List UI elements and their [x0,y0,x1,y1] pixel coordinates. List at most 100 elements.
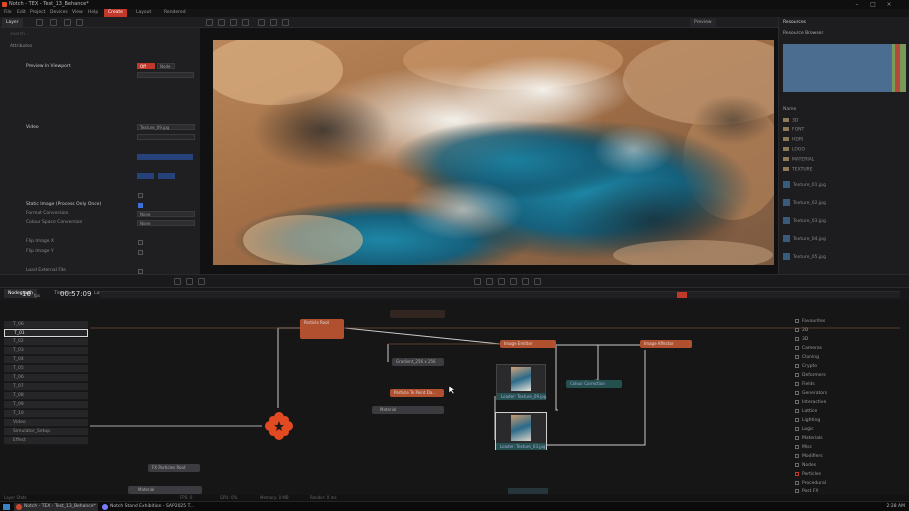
category-lattice[interactable]: Lattice [795,408,905,416]
node-texture-loader-a[interactable]: Loader: Texture_09.jpg [496,364,546,400]
play-button-icon[interactable] [498,278,505,285]
layer-row[interactable]: T_04 [4,356,88,364]
mode-rendered[interactable]: Rendered [160,9,190,17]
browse-button[interactable] [158,173,175,179]
node-colour-correction[interactable]: Colour Correction [566,380,622,388]
layer-row[interactable]: T_08 [4,392,88,400]
category-favourites[interactable]: Favourites [795,318,905,326]
taskbar-item-exhibition[interactable]: Notch Stand Exhibition - SAP2025 T... [100,503,194,511]
move-tool-icon[interactable] [218,19,225,26]
layer-row-selected[interactable]: T_01 [4,329,88,337]
root-star-node-icon[interactable] [264,411,294,441]
preview-node-button[interactable]: Node [157,63,175,69]
timecode[interactable]: 00:57:09 [60,290,91,298]
folder-3d[interactable]: 3D [783,118,906,127]
layer-row[interactable]: T_06 [4,374,88,382]
layer-row[interactable]: T_07 [4,383,88,391]
category-logic[interactable]: Logic [795,426,905,434]
folder-material[interactable]: MATERIAL [783,157,906,166]
category-materials[interactable]: Materials [795,435,905,443]
reload-button[interactable] [137,154,193,160]
duplicate-icon[interactable] [64,19,71,26]
node-particle-root[interactable]: Particle Root [300,319,344,339]
gear-icon[interactable] [50,19,57,26]
file-item[interactable]: Texture_03.jpg [783,217,906,226]
close-icon[interactable]: × [884,0,894,9]
list-header-name[interactable]: Name [783,107,906,116]
mode-create[interactable]: Create [104,9,127,17]
record-icon[interactable] [534,278,541,285]
category-particles[interactable]: Particles [795,471,905,479]
stop-icon[interactable] [186,278,193,285]
category-deformers[interactable]: Deformers [795,372,905,380]
category-3d[interactable]: 3D [795,336,905,344]
fast-forward-icon[interactable] [522,278,529,285]
layer-row[interactable]: T_06 [4,321,88,329]
node-fx-particles[interactable]: FX Particles Root [148,464,200,472]
viewport[interactable] [200,28,778,274]
file-item[interactable]: Texture_01.jpg [783,181,906,190]
menu-devices[interactable]: Devices [50,10,68,15]
node-image-emitter[interactable]: Image Emitter [500,340,556,348]
preview-off-button[interactable]: Off [137,63,155,69]
node-image-affector[interactable]: Image Affector [640,340,692,348]
node-gradient[interactable]: Gradient_256 x 256 [392,358,444,366]
select-tool-icon[interactable] [206,19,213,26]
layer-row[interactable]: T_03 [4,347,88,355]
static-image-checkbox[interactable] [138,203,143,208]
layer-row[interactable]: T_02 [4,338,88,346]
flip-y-checkbox[interactable] [138,250,143,255]
rotate-tool-icon[interactable] [230,19,237,26]
preview-mode-buttons[interactable] [137,72,194,78]
nodegraph-canvas[interactable]: T_06 T_01 T_02 T_03 T_04 T_05 T_06 T_07 … [0,300,909,495]
camera-icon[interactable] [258,19,265,26]
video-sub-field[interactable] [137,134,195,140]
file-item[interactable]: Texture_05.jpg [783,253,906,262]
category-2d[interactable]: 2D [795,327,905,335]
menu-project[interactable]: Project [30,10,45,15]
trash-icon[interactable] [76,19,83,26]
option-checkbox[interactable] [138,193,143,198]
plus-icon[interactable] [36,19,43,26]
layer-row[interactable]: T_10 [4,410,88,418]
loop-icon[interactable] [198,278,205,285]
grid-icon[interactable] [270,19,277,26]
open-button[interactable] [137,173,154,179]
playhead-marker[interactable] [677,292,687,298]
folder-hdri[interactable]: HDRI [783,137,906,146]
node-particle-to-point[interactable]: Particle To Point Da... [390,389,444,397]
layer-row[interactable]: Effect [4,437,88,445]
search-field[interactable]: search... [10,32,200,40]
category-fields[interactable]: Fields [795,381,905,389]
folder-texture[interactable]: TEXTURE [783,167,906,176]
time-ruler[interactable] [100,291,900,298]
light-icon[interactable] [282,19,289,26]
play-icon[interactable] [174,278,181,285]
file-item[interactable]: Texture_04.jpg [783,235,906,244]
tab-preview[interactable]: Preview [690,18,716,27]
tab-nodegraph[interactable]: Nodegraph [4,289,37,298]
flip-x-checkbox[interactable] [138,240,143,245]
rewind-icon[interactable] [474,278,481,285]
section-attributes[interactable]: Attributes [10,44,200,52]
maximize-icon[interactable]: □ [868,0,878,9]
layer-row[interactable]: T_05 [4,365,88,373]
file-item[interactable]: Texture_02.jpg [783,199,906,208]
layer-row[interactable]: Video [4,419,88,427]
layer-row[interactable]: T_09 [4,401,88,409]
mode-layout[interactable]: Layout [132,9,155,17]
category-lighting[interactable]: Lighting [795,417,905,425]
category-interactive[interactable]: Interactive [795,399,905,407]
folder-logo[interactable]: LOGO [783,147,906,156]
category-nodes[interactable]: Nodes [795,462,905,470]
scale-tool-icon[interactable] [242,19,249,26]
category-generators[interactable]: Generators [795,390,905,398]
menu-file[interactable]: File [4,10,12,15]
format-conversion-select[interactable]: None [137,211,195,217]
category-cameras[interactable]: Cameras [795,345,905,353]
colour-space-select[interactable]: None [137,220,195,226]
node-ghost[interactable] [390,310,445,318]
folder-font[interactable]: FONT [783,127,906,136]
start-icon[interactable] [3,504,10,510]
step-back-icon[interactable] [486,278,493,285]
